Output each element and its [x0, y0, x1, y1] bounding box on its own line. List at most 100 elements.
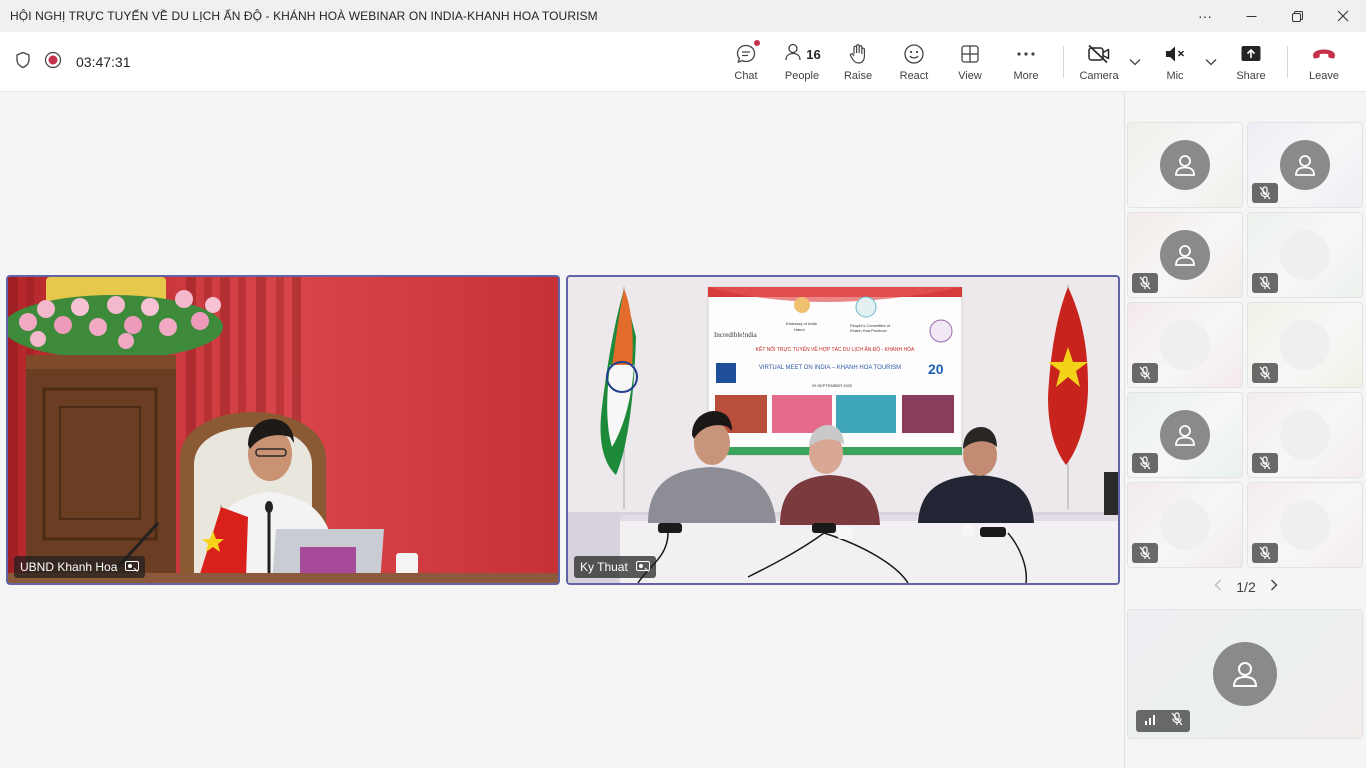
hang-up-icon	[1311, 42, 1337, 66]
mic-muted-icon	[1252, 363, 1278, 383]
mic-muted-icon	[1252, 183, 1278, 203]
slide-incredible-india: Incredible!ndia	[714, 331, 758, 339]
slide-committee2: Khanh Hoa Province	[850, 328, 887, 333]
shield-icon[interactable]	[14, 51, 32, 74]
avatar-placeholder	[1280, 230, 1330, 280]
slide-en-title: VIRTUAL MEET ON INDIA – KHANH HOA TOURIS…	[759, 365, 901, 371]
mic-muted-icon	[1132, 273, 1158, 293]
gallery-participant-tile[interactable]	[1127, 302, 1243, 388]
gallery-participant-tile[interactable]	[1247, 392, 1363, 478]
next-page-chevron-icon[interactable]	[1270, 578, 1278, 596]
leave-label: Leave	[1309, 70, 1339, 82]
mic-muted-icon	[1252, 273, 1278, 293]
gallery-participant-tile[interactable]	[1127, 482, 1243, 568]
close-button[interactable]	[1320, 0, 1366, 32]
restore-button[interactable]	[1274, 0, 1320, 32]
window-title: HỘI NGHỊ TRỰC TUYẾN VỀ DU LỊCH ẤN ĐỘ - K…	[10, 9, 598, 23]
avatar	[1280, 140, 1330, 190]
participant-gallery: 1/2	[1124, 92, 1366, 768]
participant-name: UBND Khanh Hoa	[20, 560, 118, 574]
participant-name-tag: UBND Khanh Hoa	[14, 556, 146, 578]
mic-options-chevron-icon[interactable]	[1203, 52, 1219, 72]
video-tile-ubnd-khanh-hoa[interactable]: UBND Khanh Hoa	[6, 275, 560, 585]
react-button[interactable]: React	[886, 32, 942, 92]
camera-off-icon	[1087, 42, 1111, 66]
avatar-placeholder	[1160, 320, 1210, 370]
slide-embassy: Embassy of India	[786, 321, 817, 326]
page-indicator: 1/2	[1236, 579, 1256, 595]
gallery-participant-tile[interactable]	[1127, 392, 1243, 478]
people-count: 16	[806, 46, 821, 62]
gallery-participant-tile[interactable]	[1247, 212, 1363, 298]
mic-muted-icon	[1132, 363, 1158, 383]
gallery-pager: 1/2	[1125, 575, 1366, 599]
gallery-participant-tile[interactable]	[1127, 212, 1243, 298]
view-label: View	[958, 70, 982, 82]
people-button[interactable]: 16 People	[772, 32, 832, 92]
mic-muted-icon	[1132, 543, 1158, 563]
avatar-placeholder	[1280, 500, 1330, 550]
grid-view-icon	[960, 42, 980, 66]
mic-muted-icon	[1252, 543, 1278, 563]
avatar	[1160, 230, 1210, 280]
avatar	[1213, 642, 1277, 706]
share-button[interactable]: Share	[1223, 32, 1279, 92]
video-tile-ky-thuat[interactable]: Incredible!ndia Embassy of India Hanoi P…	[566, 275, 1120, 585]
meeting-timer: 03:47:31	[76, 54, 131, 70]
more-options-icon[interactable]: ···	[1182, 0, 1228, 32]
gallery-participant-tile[interactable]	[1247, 122, 1363, 208]
participant-name-tag: Ky Thuat	[574, 556, 656, 578]
chat-label: Chat	[734, 70, 758, 82]
previous-page-chevron-icon[interactable]	[1214, 578, 1222, 596]
toolbar-divider	[1287, 46, 1288, 78]
avatar-placeholder	[1160, 500, 1210, 550]
raise-hand-button[interactable]: Raise	[830, 32, 886, 92]
slide-vn-title: KẾT NỐI TRỰC TUYẾN VỀ HỢP TÁC DU LỊCH ẤN…	[756, 346, 915, 353]
gallery-participant-tile[interactable]	[1127, 122, 1243, 208]
mic-button[interactable]: Mic	[1147, 32, 1203, 92]
camera-options-chevron-icon[interactable]	[1127, 52, 1143, 72]
camera-label: Camera	[1079, 70, 1119, 82]
mic-muted-icon	[1132, 453, 1158, 473]
participant-name: Ky Thuat	[580, 560, 628, 574]
avatar	[1160, 140, 1210, 190]
screen-share-icon	[125, 561, 140, 573]
mic-muted-icon	[1252, 453, 1278, 473]
smiley-icon	[903, 42, 925, 66]
raise-hand-icon	[848, 42, 868, 66]
gallery-participant-tile[interactable]	[1247, 302, 1363, 388]
meeting-toolbar: 03:47:31 Chat 16 People Raise React View…	[0, 32, 1366, 92]
toolbar-divider	[1063, 46, 1064, 78]
people-label: People	[784, 70, 820, 82]
more-label: More	[1013, 70, 1039, 82]
mic-muted-icon	[1171, 711, 1183, 731]
camera-button[interactable]: Camera	[1071, 32, 1127, 92]
participant-video: Incredible!ndia Embassy of India Hanoi P…	[568, 277, 1118, 583]
slide-embassy-city: Hanoi	[794, 327, 805, 332]
self-view-tile[interactable]	[1127, 609, 1363, 739]
meeting-stage: UBND Khanh Hoa Incredible!ndia Embassy o…	[0, 92, 1124, 768]
react-label: React	[899, 70, 929, 82]
mic-label: Mic	[1166, 70, 1184, 82]
people-icon	[783, 42, 803, 67]
title-bar: HỘI NGHỊ TRỰC TUYẾN VỀ DU LỊCH ẤN ĐỘ - K…	[0, 0, 1366, 32]
minimize-button[interactable]	[1228, 0, 1274, 32]
leave-button[interactable]: Leave	[1296, 32, 1352, 92]
avatar-placeholder	[1280, 320, 1330, 370]
chat-icon	[735, 40, 760, 66]
avatar	[1160, 410, 1210, 460]
share-label: Share	[1236, 70, 1266, 82]
slide-date: 29 SEPTEMBER 2020	[812, 383, 853, 388]
gallery-participant-tile[interactable]	[1247, 482, 1363, 568]
recording-icon	[44, 51, 62, 74]
more-dots-icon	[1016, 42, 1036, 66]
speaker-muted-icon	[1163, 42, 1187, 66]
chat-button[interactable]: Chat	[718, 32, 774, 92]
more-button[interactable]: More	[998, 32, 1054, 92]
share-tray-icon	[1240, 42, 1262, 66]
view-button[interactable]: View	[942, 32, 998, 92]
slide-years: 20	[928, 361, 944, 377]
signal-strength-icon	[1144, 712, 1156, 730]
participant-video	[8, 277, 558, 583]
screen-share-icon	[635, 561, 650, 573]
